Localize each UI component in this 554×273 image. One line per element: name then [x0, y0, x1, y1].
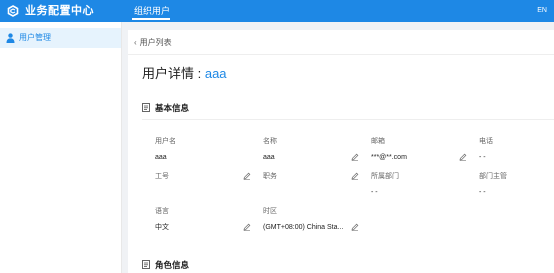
section-title: 角色信息	[155, 260, 190, 270]
field-value: aaa	[155, 154, 167, 161]
field-value: ***@**.com	[371, 154, 407, 161]
edit-icon[interactable]	[351, 223, 359, 231]
page-title: 用户详情 : aaa	[142, 66, 227, 82]
section-role-info: 角色信息	[142, 260, 189, 271]
field-value: aaa	[263, 154, 275, 161]
app-logo-icon	[7, 5, 19, 17]
page-title-username: aaa	[204, 66, 227, 81]
field-value: - -	[371, 189, 378, 196]
tab-org-users[interactable]: 组织用户	[134, 5, 170, 17]
field-label: 名称	[263, 138, 277, 145]
section-basic-info: 基本信息	[142, 103, 189, 114]
field-label: 语言	[155, 208, 169, 215]
active-tab-indicator	[132, 18, 170, 20]
field-value: - -	[479, 154, 486, 161]
field-label: 邮箱	[371, 138, 385, 145]
field-label: 所属部门	[371, 173, 399, 180]
sidebar-item-label: 用户管理	[19, 33, 51, 42]
edit-icon[interactable]	[351, 172, 359, 180]
field-label: 部门主管	[479, 173, 507, 180]
field-label: 工号	[155, 173, 169, 180]
edit-icon[interactable]	[243, 172, 251, 180]
main-panel: ‹ 用户列表 用户详情 : aaa 基本信息 用户名 aaa 名称 aaa 邮箱 …	[128, 30, 554, 273]
field-value: - -	[479, 189, 486, 196]
sidebar: 用户管理	[0, 22, 122, 273]
top-bar: 业务配置中心 组织用户 EN	[0, 0, 554, 22]
back-link-label: 用户列表	[139, 38, 172, 47]
document-icon	[142, 103, 150, 112]
field-label: 用户名	[155, 138, 176, 145]
app-title: 业务配置中心	[25, 5, 94, 17]
divider	[128, 54, 554, 55]
chevron-left-icon: ‹	[134, 38, 137, 47]
section-title: 基本信息	[155, 103, 190, 113]
back-link[interactable]: ‹ 用户列表	[134, 38, 172, 48]
edit-icon[interactable]	[351, 153, 359, 161]
page-title-prefix: 用户详情 :	[142, 66, 205, 81]
field-label: 电话	[479, 138, 493, 145]
field-value: 中文	[155, 224, 169, 231]
user-icon	[6, 33, 15, 43]
document-icon	[142, 260, 150, 269]
edit-icon[interactable]	[459, 153, 467, 161]
section-divider	[142, 119, 554, 120]
field-label: 时区	[263, 208, 277, 215]
edit-icon[interactable]	[243, 223, 251, 231]
field-label: 职务	[263, 173, 277, 180]
sidebar-item-user-management[interactable]: 用户管理	[0, 28, 121, 48]
field-value: (GMT+08:00) China Sta...	[263, 224, 344, 231]
language-switch[interactable]: EN	[537, 6, 547, 15]
